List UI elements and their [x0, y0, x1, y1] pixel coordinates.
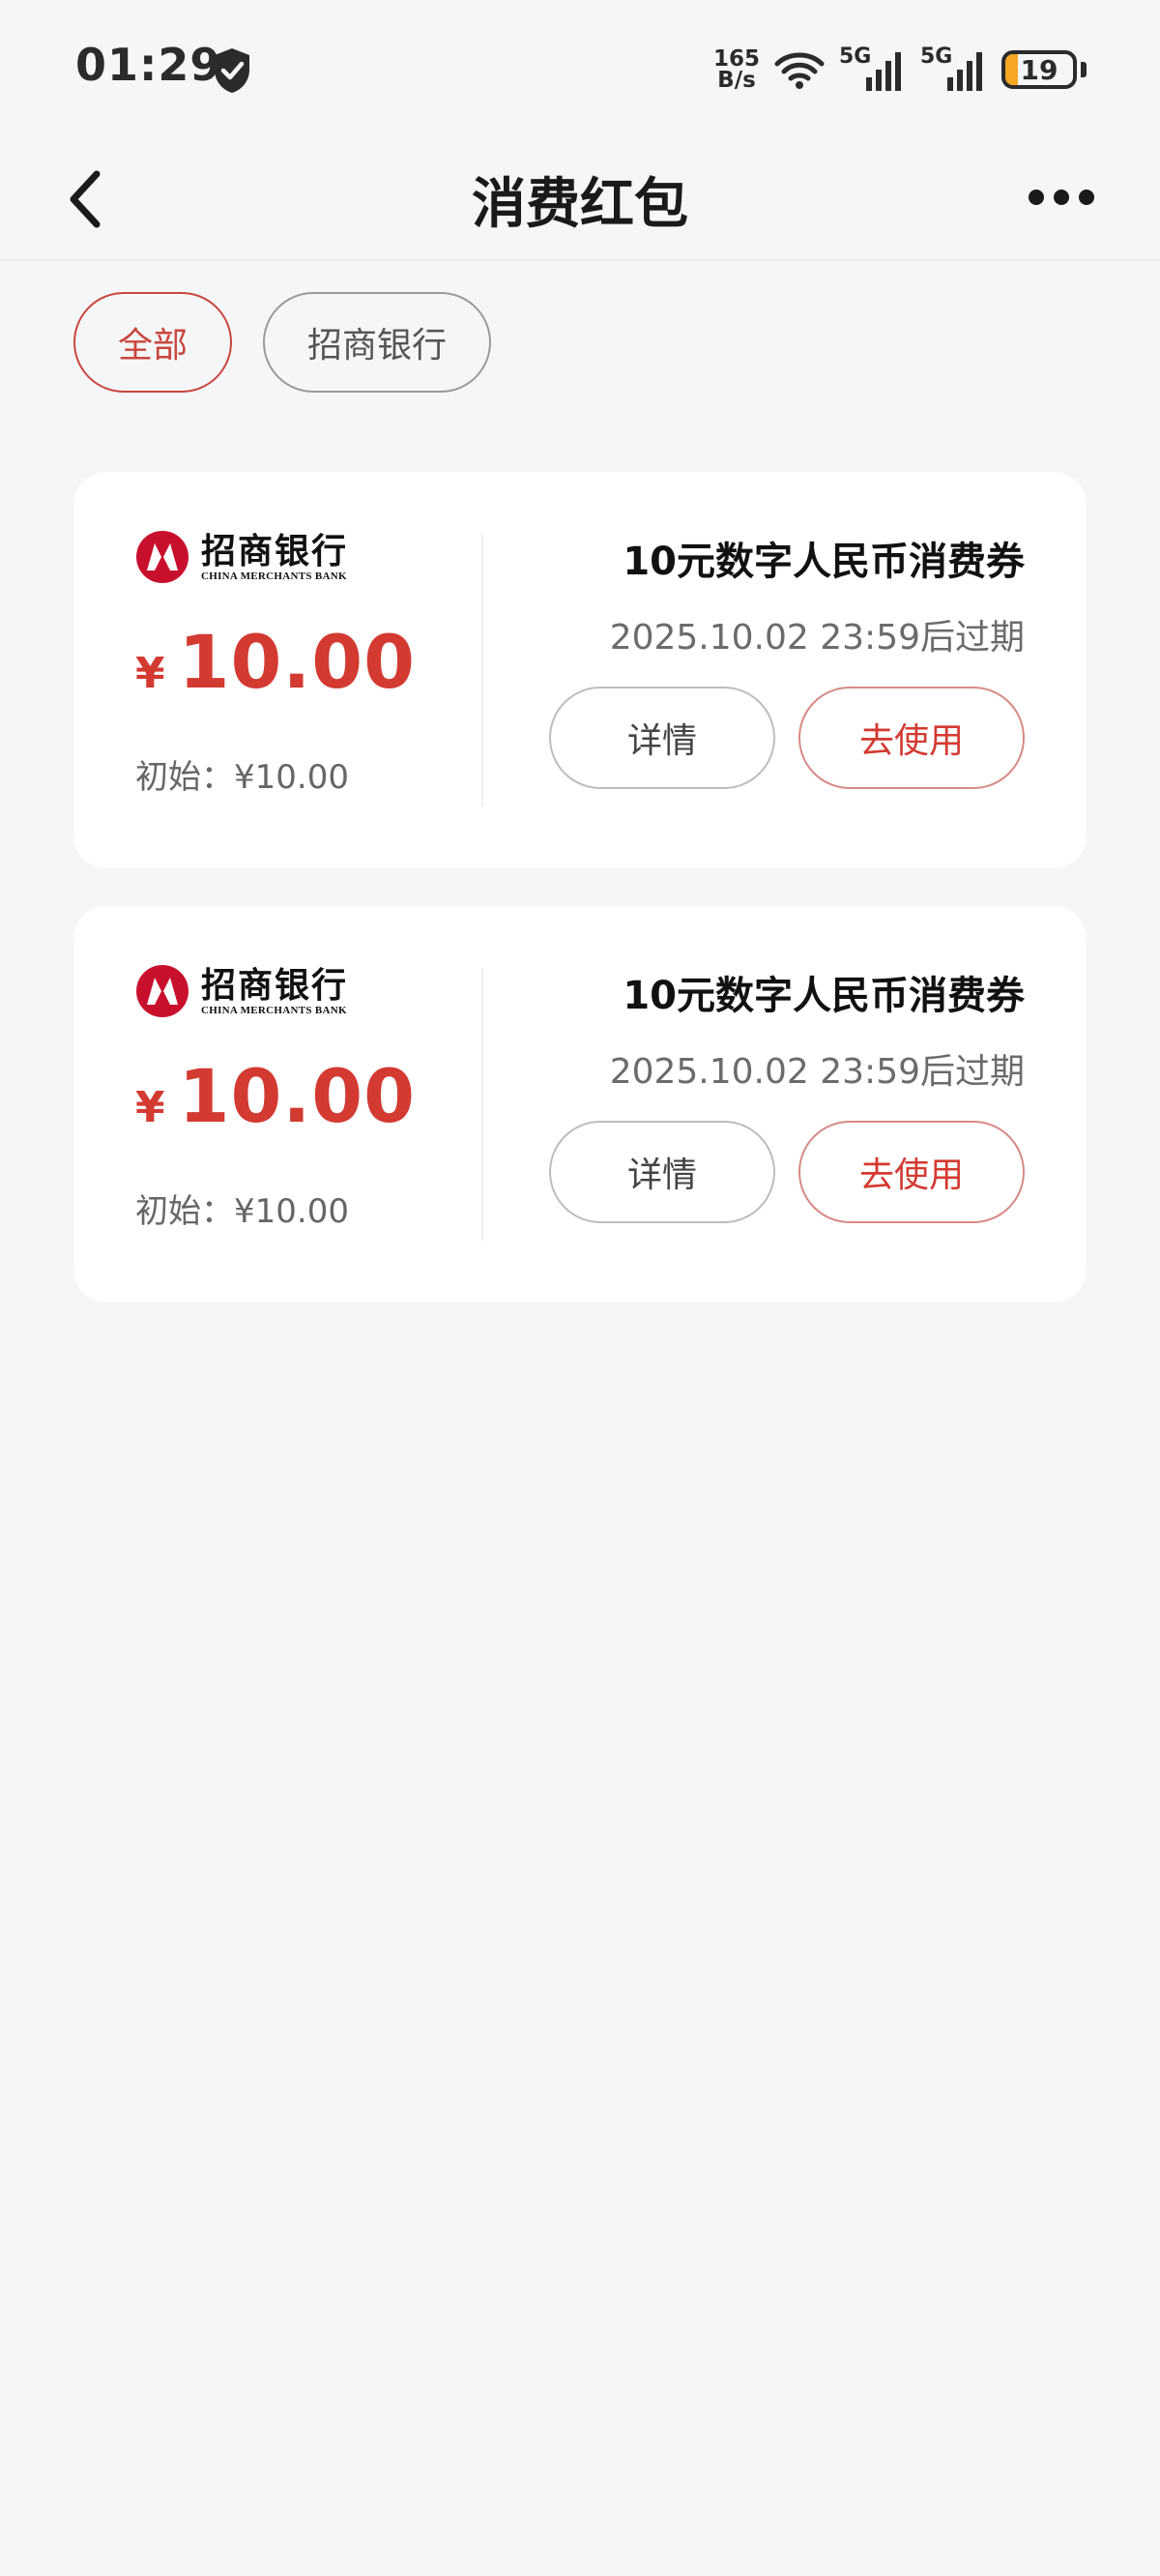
- status-right: 165 B/s 5G 5G 19: [713, 43, 1087, 97]
- amount-value: 10.00: [178, 619, 417, 705]
- coupon-title: 10元数字人民币消费券: [623, 540, 1025, 584]
- coupon-amount: ¥ 10.00: [135, 619, 416, 705]
- status-bar: 01:29 165 B/s 5G 5G 19: [0, 0, 1160, 135]
- battery-icon: 19: [1001, 50, 1077, 89]
- dot: [1029, 190, 1044, 205]
- coupon-left: 招商银行 CHINA MERCHANTS BANK ¥ 10.00 初始：¥10…: [135, 530, 483, 810]
- page-title: 消费红包: [472, 173, 688, 236]
- use-button[interactable]: 去使用: [798, 687, 1025, 789]
- network-speed: 165 B/s: [712, 46, 760, 93]
- battery-percentage: 19: [1020, 53, 1058, 86]
- initial-amount: 初始：¥10.00: [135, 758, 349, 797]
- initial-amount: 初始：¥10.00: [135, 1192, 349, 1231]
- coupon-expiry: 2025.10.02 23:59后过期: [609, 1052, 1025, 1092]
- bank-name-en: CHINA MERCHANTS BANK: [201, 1005, 347, 1016]
- coupon-right: 10元数字人民币消费券 2025.10.02 23:59后过期 详情 去使用: [483, 964, 1025, 1244]
- coupon-amount: ¥ 10.00: [135, 1053, 416, 1139]
- coupon-left: 招商银行 CHINA MERCHANTS BANK ¥ 10.00 初始：¥10…: [135, 964, 483, 1244]
- currency-symbol: ¥: [135, 1083, 165, 1132]
- use-button[interactable]: 去使用: [798, 1121, 1025, 1223]
- shield-check-icon: [215, 48, 249, 93]
- sim2-signal: 5G: [920, 44, 988, 95]
- cmb-logo-icon: [136, 965, 188, 1017]
- bank-name-cn: 招商银行: [201, 965, 349, 1006]
- coupon-right: 10元数字人民币消费券 2025.10.02 23:59后过期 详情 去使用: [483, 530, 1025, 810]
- dot: [1054, 190, 1069, 205]
- detail-button[interactable]: 详情: [549, 687, 775, 789]
- coupon-actions: 详情 去使用: [549, 1121, 1025, 1223]
- amount-value: 10.00: [178, 1053, 417, 1139]
- coupon-expiry: 2025.10.02 23:59后过期: [609, 618, 1025, 658]
- filter-chips: 全部 招商银行: [73, 292, 492, 393]
- signal-bars-icon: [866, 52, 901, 91]
- status-time: 01:29: [75, 39, 222, 91]
- coupon-card[interactable]: 招商银行 CHINA MERCHANTS BANK ¥ 10.00 初始：¥10…: [73, 906, 1087, 1303]
- cmb-logo-icon: [136, 531, 188, 583]
- sim1-signal: 5G: [839, 44, 907, 95]
- bank-name: 招商银行 CHINA MERCHANTS BANK: [201, 532, 348, 582]
- network-speed-unit: B/s: [717, 68, 756, 93]
- filter-chip-cmb[interactable]: 招商银行: [263, 292, 492, 393]
- signal-bars-icon: [947, 52, 982, 91]
- bank-logo: 招商银行 CHINA MERCHANTS BANK: [135, 530, 348, 584]
- bank-name-en: CHINA MERCHANTS BANK: [201, 571, 347, 582]
- bank-name: 招商银行 CHINA MERCHANTS BANK: [201, 966, 348, 1016]
- bank-logo: 招商银行 CHINA MERCHANTS BANK: [135, 964, 348, 1018]
- battery-tip: [1081, 62, 1087, 77]
- coupon-card[interactable]: 招商银行 CHINA MERCHANTS BANK ¥ 10.00 初始：¥10…: [73, 472, 1087, 868]
- detail-button[interactable]: 详情: [549, 1121, 775, 1223]
- more-options-icon[interactable]: [1023, 178, 1100, 217]
- coupon-title: 10元数字人民币消费券: [623, 974, 1025, 1018]
- battery-fill: [1005, 54, 1019, 85]
- coupon-actions: 详情 去使用: [549, 687, 1025, 789]
- nav-header: 消费红包: [0, 135, 1160, 261]
- filter-chip-all[interactable]: 全部: [73, 292, 233, 393]
- network-speed-value: 165: [712, 46, 760, 72]
- dot: [1079, 190, 1094, 205]
- bank-name-cn: 招商银行: [201, 531, 349, 571]
- currency-symbol: ¥: [135, 649, 165, 698]
- wifi-icon: [774, 52, 825, 89]
